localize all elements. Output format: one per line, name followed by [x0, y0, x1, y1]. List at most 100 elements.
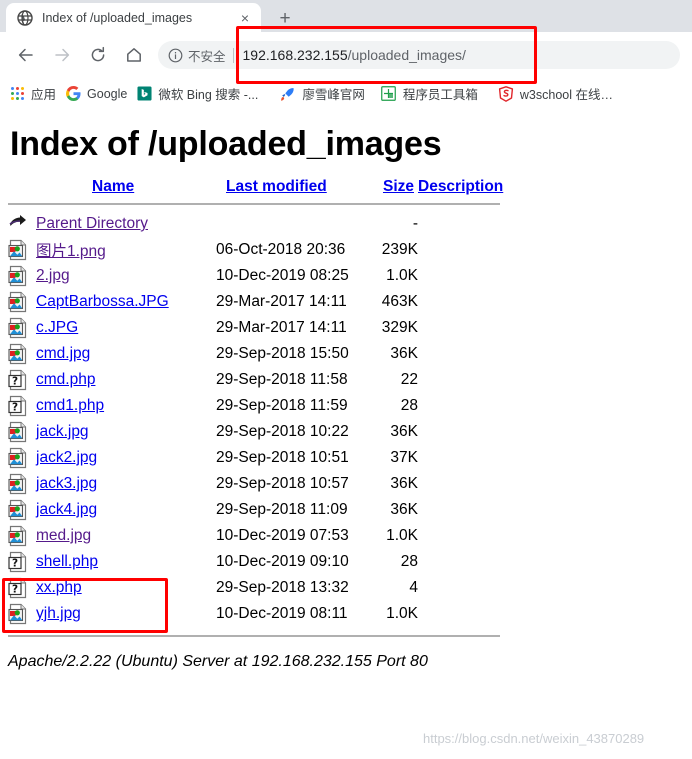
file-link[interactable]: cmd.php — [36, 371, 95, 388]
new-tab-button[interactable]: + — [272, 5, 298, 31]
image-file-icon — [8, 263, 36, 289]
svg-text:?: ? — [12, 557, 18, 569]
bookmark-toolbox[interactable]: 程序员工具箱 — [381, 82, 478, 106]
tab-strip: Index of /uploaded_images × + — [0, 0, 692, 32]
sort-by-name-link[interactable]: Name — [92, 178, 134, 196]
size-cell: 28 — [400, 397, 418, 414]
bookmark-bing[interactable]: 微软 Bing 搜索 -... — [136, 82, 258, 106]
table-row: jack4.jpg 29-Sep-2018 11:09 36K — [8, 497, 538, 523]
column-name: Name — [36, 178, 216, 200]
sort-by-description-link[interactable]: Description — [418, 178, 503, 196]
size-cell: 463K — [381, 293, 418, 310]
file-link[interactable]: jack4.jpg — [36, 501, 97, 518]
address-bar[interactable]: 不安全 192.168.232.155/uploaded_images/ — [158, 41, 680, 69]
bookmark-label: w3school 在线… — [519, 88, 613, 102]
info-circle-icon[interactable] — [168, 48, 183, 63]
image-file-icon — [8, 341, 36, 367]
url-text[interactable]: 192.168.232.155/uploaded_images/ — [243, 47, 466, 63]
last-modified-cell: 29-Sep-2018 15:50 — [216, 345, 349, 362]
file-link[interactable]: c.JPG — [36, 319, 78, 336]
file-link[interactable]: med.jpg — [36, 527, 91, 544]
header-divider-row — [8, 200, 538, 211]
table-row: yjh.jpg 10-Dec-2019 08:11 1.0K — [8, 601, 538, 627]
url-host: 192.168.232.155 — [242, 47, 348, 63]
table-row: CaptBarbossa.JPG 29-Mar-2017 14:11 463K — [8, 289, 538, 315]
close-icon[interactable]: × — [235, 8, 255, 28]
url-path: /uploaded_images/ — [347, 47, 466, 63]
file-link[interactable]: jack2.jpg — [36, 449, 97, 466]
table-row: Parent Directory - — [8, 211, 538, 237]
file-link[interactable]: 2.jpg — [36, 267, 70, 284]
size-cell: 36K — [390, 345, 418, 362]
table-row: ? shell.php 10-Dec-2019 09:10 28 — [8, 549, 538, 575]
file-link[interactable]: CaptBarbossa.JPG — [36, 293, 169, 310]
file-link[interactable]: cmd.jpg — [36, 345, 90, 362]
image-file-icon — [8, 445, 36, 471]
sort-by-size-link[interactable]: Size — [383, 178, 414, 196]
file-link[interactable]: shell.php — [36, 553, 98, 570]
bookmark-label: 应用 — [31, 88, 57, 102]
bookmark-label: 微软 Bing 搜索 -... — [158, 88, 259, 102]
file-link[interactable]: Parent Directory — [36, 215, 148, 232]
file-link[interactable]: jack.jpg — [36, 423, 89, 440]
sort-by-date-link[interactable]: Last modified — [226, 178, 327, 196]
table-row: med.jpg 10-Dec-2019 07:53 1.0K — [8, 523, 538, 549]
svg-text:?: ? — [12, 583, 18, 595]
size-cell: 1.0K — [386, 527, 418, 544]
description-cell — [418, 263, 538, 289]
toolbox-icon — [381, 86, 397, 102]
description-cell — [418, 367, 538, 393]
file-name-cell: jack.jpg — [36, 419, 216, 445]
file-link[interactable]: jack3.jpg — [36, 475, 97, 492]
security-status-label: 不安全 — [188, 49, 226, 64]
browser-tab[interactable]: Index of /uploaded_images × — [6, 3, 261, 32]
unknown-file-icon: ? — [8, 367, 36, 393]
image-file-icon — [8, 523, 36, 549]
file-name-cell: yjh.jpg — [36, 601, 216, 627]
last-modified-cell: 29-Sep-2018 10:22 — [216, 423, 349, 440]
last-modified-cell: 29-Mar-2017 14:11 — [216, 293, 347, 310]
table-row: jack3.jpg 29-Sep-2018 10:57 36K — [8, 471, 538, 497]
file-link[interactable]: yjh.jpg — [36, 605, 81, 622]
file-link[interactable]: 图片1.png — [36, 243, 106, 260]
browser-window: Index of /uploaded_images × + 不安全 192.16… — [0, 0, 692, 759]
table-row: 2.jpg 10-Dec-2019 08:25 1.0K — [8, 263, 538, 289]
bookmark-google[interactable]: Google — [65, 82, 127, 106]
table-row: ? cmd1.php 29-Sep-2018 11:59 28 — [8, 393, 538, 419]
table-header-row: Name Last modified Size Description — [8, 178, 538, 200]
description-cell — [418, 211, 538, 237]
description-cell — [418, 237, 538, 263]
reload-icon[interactable] — [84, 41, 112, 69]
bookmark-w3school[interactable]: w3school 在线… — [498, 82, 613, 106]
description-cell — [418, 341, 538, 367]
image-file-icon — [8, 601, 36, 627]
divider-line — [8, 635, 500, 637]
description-cell — [418, 315, 538, 341]
file-name-cell: xx.php — [36, 575, 216, 601]
server-signature: Apache/2.2.22 (Ubuntu) Server at 192.168… — [8, 653, 428, 670]
bookmark-label: Google — [87, 86, 128, 101]
last-modified-cell: 29-Sep-2018 11:59 — [216, 397, 348, 414]
bookmark-label: 廖雪峰官网 — [302, 88, 365, 102]
bookmark-apps[interactable]: 应用 — [9, 82, 56, 106]
file-name-cell: med.jpg — [36, 523, 216, 549]
footer-divider-cell — [8, 627, 538, 643]
forward-icon[interactable] — [48, 41, 76, 69]
file-link[interactable]: xx.php — [36, 579, 82, 596]
apps-grid-icon — [9, 86, 25, 102]
description-cell — [418, 575, 538, 601]
home-icon[interactable] — [120, 41, 148, 69]
unknown-file-icon: ? — [8, 575, 36, 601]
description-cell — [418, 419, 538, 445]
footer-divider-row — [8, 627, 538, 643]
svg-text:?: ? — [12, 375, 18, 387]
size-cell: 1.0K — [386, 267, 418, 284]
rocket-icon — [280, 86, 296, 102]
w3school-icon — [498, 85, 514, 102]
file-link[interactable]: cmd1.php — [36, 397, 104, 414]
bookmark-label: 程序员工具箱 — [402, 88, 478, 102]
bookmark-liaoxuefeng[interactable]: 廖雪峰官网 — [280, 82, 365, 106]
back-icon[interactable] — [12, 41, 40, 69]
omnibox-divider — [232, 47, 234, 63]
last-modified-cell: 29-Sep-2018 11:09 — [216, 501, 348, 518]
